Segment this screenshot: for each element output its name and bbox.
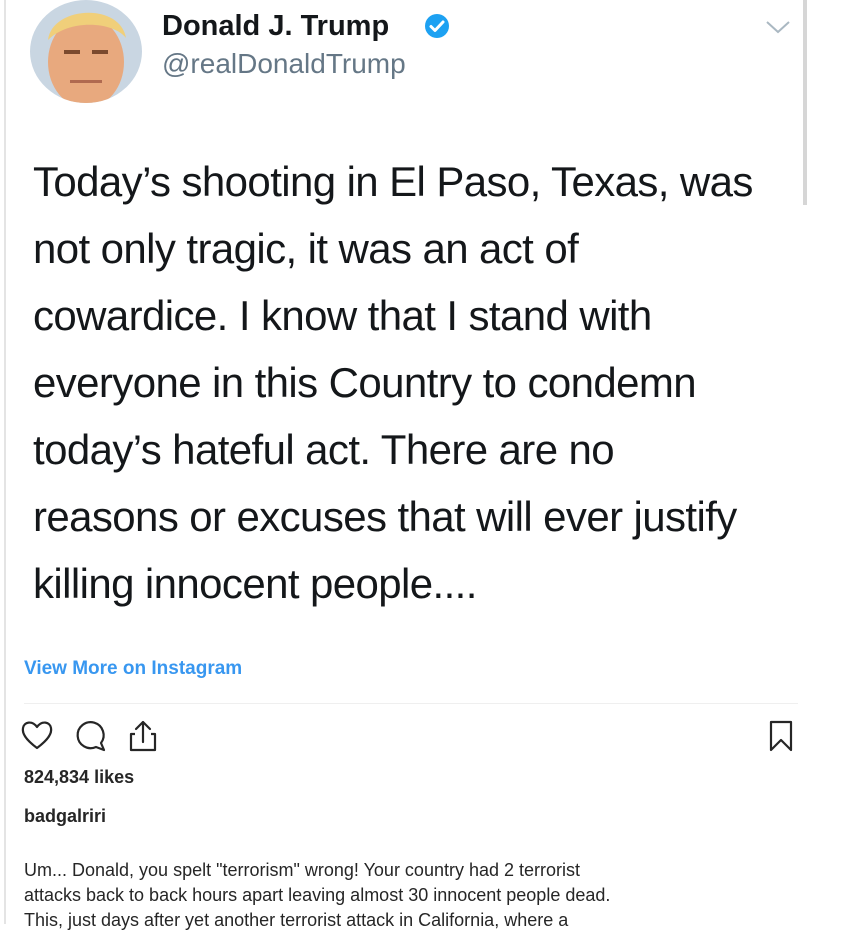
avatar[interactable] xyxy=(30,0,142,103)
tweet-line: killing innocent people.... xyxy=(33,560,477,607)
divider xyxy=(24,703,798,704)
likes-count[interactable]: 824,834 likes xyxy=(24,767,134,788)
tweet-line: today’s hateful act. There are no xyxy=(33,426,615,473)
tweet-line: cowardice. I know that I stand with xyxy=(33,292,652,339)
heart-icon[interactable] xyxy=(20,718,54,754)
tweet-line: reasons or excuses that will ever justif… xyxy=(33,493,737,540)
share-icon[interactable] xyxy=(126,718,160,754)
tweet-line: everyone in this Country to condemn xyxy=(33,359,697,406)
caption-line: Um... Donald, you spelt "terrorism" wron… xyxy=(24,860,581,880)
view-more-link[interactable]: View More on Instagram xyxy=(24,658,242,680)
bookmark-icon[interactable] xyxy=(764,718,798,754)
embed-border xyxy=(4,0,6,924)
tweet-scrollbar[interactable] xyxy=(803,0,807,205)
author-handle[interactable]: @realDonaldTrump xyxy=(162,48,406,80)
caption-text: Um... Donald, you spelt "terrorism" wron… xyxy=(24,858,814,933)
author-name[interactable]: Donald J. Trump xyxy=(162,10,389,43)
verified-badge-icon xyxy=(424,13,450,39)
tweet-line: not only tragic, it was an act of xyxy=(33,225,579,272)
tweet-text: Today’s shooting in El Paso, Texas, was … xyxy=(33,148,793,617)
caption-line: attacks back to back hours apart leaving… xyxy=(24,885,611,905)
tweet-line: Today’s shooting in El Paso, Texas, was xyxy=(33,158,753,205)
instagram-embed: Donald J. Trump @realDonaldTrump Today’s… xyxy=(0,0,861,930)
chevron-down-icon[interactable] xyxy=(765,18,791,36)
comment-icon[interactable] xyxy=(74,718,108,754)
caption-username[interactable]: badgalriri xyxy=(24,806,106,827)
caption-line: This, just days after yet another terror… xyxy=(24,910,569,930)
